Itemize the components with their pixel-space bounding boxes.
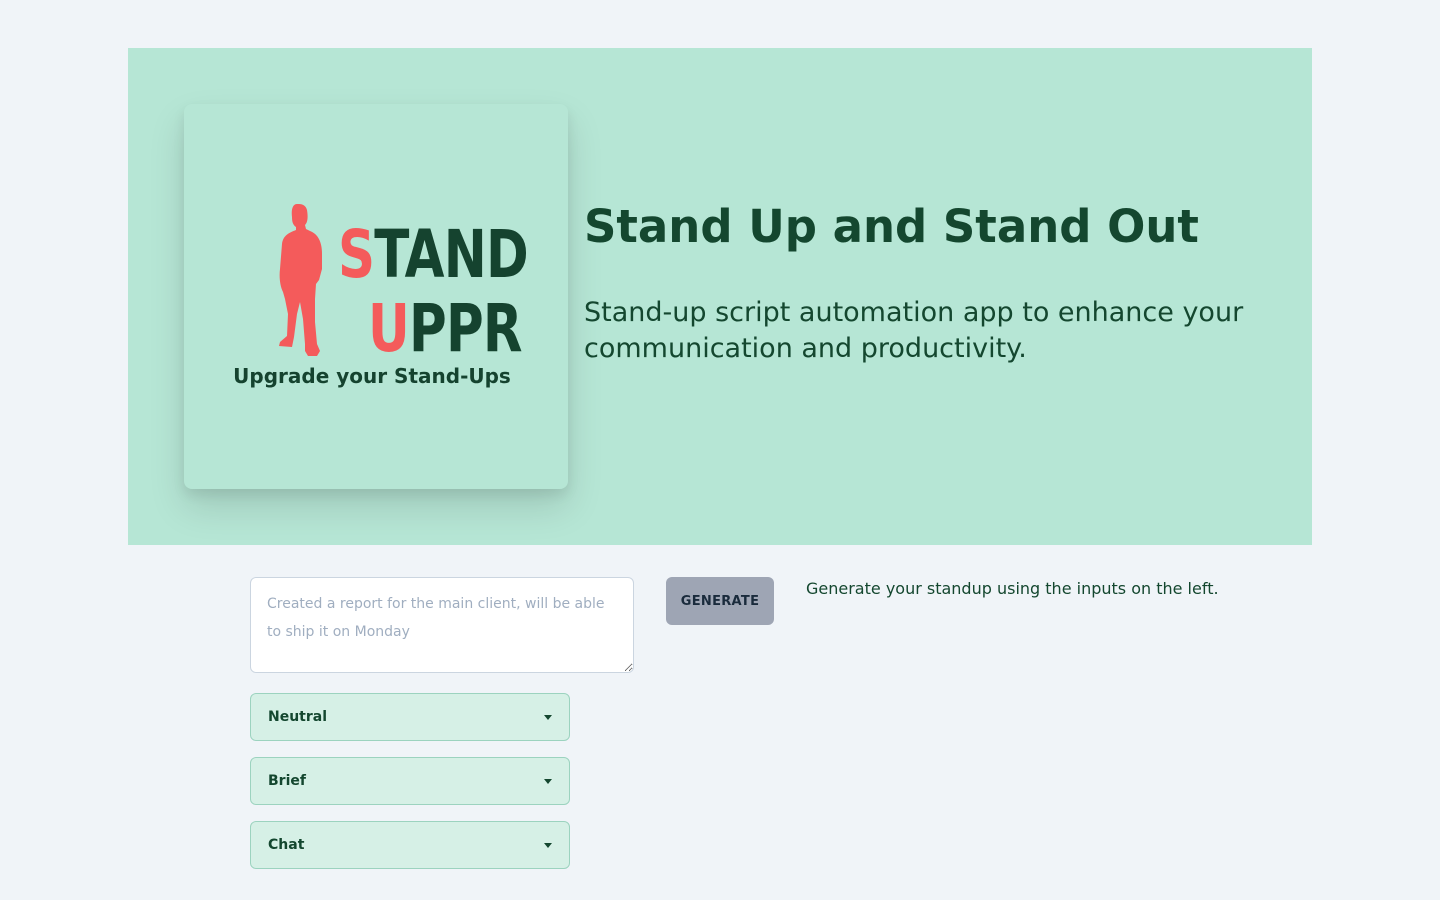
hero-subtitle: Stand-up script automation app to enhanc… <box>584 297 1244 364</box>
logo-word-uppr: UPPR <box>368 290 523 367</box>
tone-select[interactable]: Neutral <box>250 693 570 741</box>
logo-tagline: Upgrade your Stand-Ups <box>233 364 511 388</box>
format-select-container: Chat <box>250 821 570 869</box>
tone-select-container: Neutral <box>250 693 570 741</box>
page-title: Stand Up and Stand Out <box>584 200 1199 253</box>
generate-button[interactable]: GENERATE <box>666 577 774 625</box>
format-select[interactable]: Chat <box>250 821 570 869</box>
logo-card: STAND UPPR Upgrade your Stand-Ups <box>184 104 568 489</box>
length-select-container: Brief <box>250 757 570 805</box>
output-hint-text: Generate your standup using the inputs o… <box>806 579 1219 598</box>
logo-word-stand: STAND <box>338 216 529 293</box>
hero-banner: STAND UPPR Upgrade your Stand-Ups Stand … <box>128 48 1312 545</box>
standup-notes-input[interactable] <box>250 577 634 673</box>
length-select[interactable]: Brief <box>250 757 570 805</box>
